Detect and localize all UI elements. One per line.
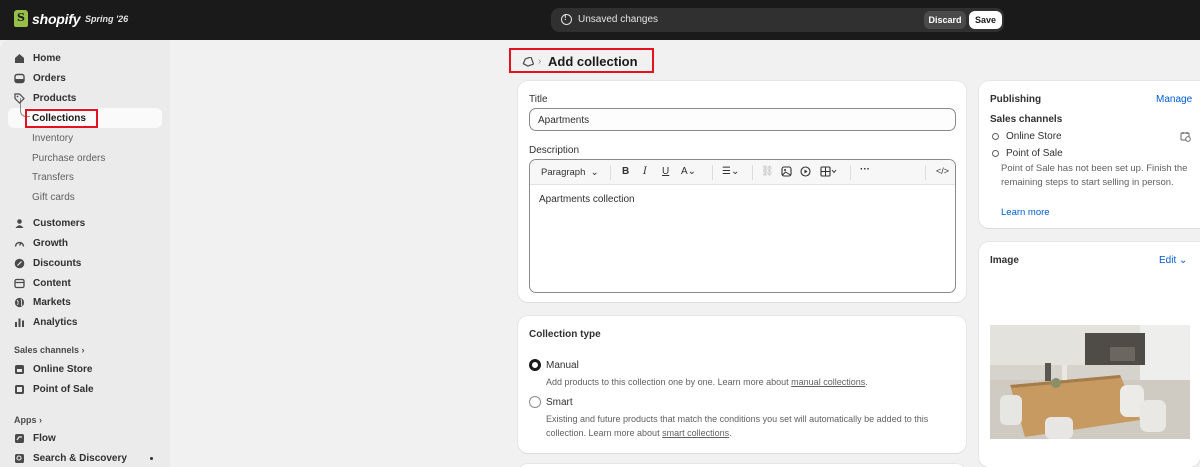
manual-label[interactable]: Manual [546,360,579,371]
discard-button[interactable]: Discard [924,11,966,29]
sidebar-item-customers[interactable]: Customers [8,214,162,233]
sidebar-item-purchase-orders[interactable]: Purchase orders [32,153,105,164]
manual-help: Add products to this collection one by o… [546,377,868,387]
description-editor[interactable]: Paragraph ⌄ B I U A⌄ ☰⌄ ⛓ ··· </> Apartm… [529,159,956,293]
sidebar-item-inventory[interactable]: Inventory [32,133,73,144]
inbox-icon [14,73,25,84]
sidebar-item-gift-cards[interactable]: Gift cards [32,192,75,203]
link-icon[interactable]: ⛓ [761,166,774,177]
video-icon[interactable] [800,166,811,180]
unsaved-changes-bar: Unsaved changes Discard Save [551,8,1004,32]
sidebar-item-content[interactable]: Content [8,274,162,293]
bar-chart-icon [14,317,25,328]
pos-status-icon [992,150,999,157]
sidebar-item-online-store[interactable]: Online Store [8,360,162,379]
code-view-icon[interactable]: </> [936,166,949,176]
pos-icon [14,384,25,395]
more-options-icon[interactable]: ··· [860,164,870,175]
editor-toolbar: Paragraph ⌄ B I U A⌄ ☰⌄ ⛓ ··· </> [530,160,955,185]
brand-name: shopify [32,10,81,27]
sales-channels-section[interactable]: Sales channels › [14,345,85,355]
breadcrumb-chevron-icon: › [538,56,542,67]
sidebar-item-home[interactable]: Home [8,49,162,68]
schedule-calendar-icon[interactable] [1180,131,1191,145]
bold-icon[interactable]: B [622,166,629,177]
tag-icon [14,93,25,104]
online-store-status-icon [992,133,999,140]
pos-setup-note: Point of Sale has not been set up. Finis… [1001,163,1188,188]
sidebar-item-analytics[interactable]: Analytics [8,313,162,332]
shopify-logo[interactable]: shopify [14,10,81,27]
collection-type-heading: Collection type [529,329,601,340]
sidebar-item-growth[interactable]: Growth [8,234,162,253]
manage-link[interactable]: Manage [1156,94,1192,105]
sidebar-item-flow[interactable]: Flow [8,429,162,448]
collections-highlight-box [25,109,98,128]
title-label: Title [529,94,548,105]
sidebar-item-transfers[interactable]: Transfers [32,172,74,183]
description-label: Description [529,145,580,156]
publishing-heading: Publishing [990,94,1042,105]
top-bar: shopify Spring '26 Unsaved changes Disca… [0,0,1200,40]
smart-radio[interactable] [529,396,541,408]
sidebar-item-markets[interactable]: Markets [8,293,162,312]
notification-dot [150,457,153,460]
home-icon [14,53,25,64]
table-icon[interactable] [820,166,838,180]
store-icon [14,364,25,375]
description-text: Apartments collection [539,194,635,205]
apps-section[interactable]: Apps › [14,415,42,425]
page-title: Add collection [548,54,638,69]
sidebar-item-point-of-sale[interactable]: Point of Sale [8,380,162,399]
paragraph-select[interactable]: Paragraph ⌄ [541,167,599,178]
italic-icon[interactable]: I [643,166,647,177]
image-icon[interactable] [781,166,792,180]
sidebar-item-products[interactable]: Products [8,89,162,108]
underline-icon[interactable]: U [662,166,669,177]
manual-radio[interactable] [529,359,541,371]
collection-image[interactable] [990,325,1190,439]
sidebar-item-discounts[interactable]: Discounts [8,254,162,273]
unsaved-message: Unsaved changes [578,14,659,25]
smart-help: Existing and future products that match … [546,414,929,438]
globe-icon [14,297,25,308]
smart-label[interactable]: Smart [546,397,573,408]
text-color-icon[interactable]: A⌄ [681,166,696,177]
alert-icon [561,13,572,25]
sales-channels-label: Sales channels [990,114,1063,125]
smart-collections-link[interactable]: smart collections [662,428,729,438]
discount-icon [14,258,25,269]
title-input[interactable]: Apartments [529,108,956,131]
release-label: Spring '26 [85,14,129,24]
online-store-channel: Online Store [1006,131,1062,142]
collection-tag-icon[interactable] [522,56,535,70]
manual-collections-link[interactable]: manual collections [791,377,865,387]
image-heading: Image [990,255,1019,266]
person-icon [14,218,25,229]
content-icon [14,278,25,289]
search-discovery-icon [14,453,25,464]
sidebar-item-orders[interactable]: Orders [8,69,162,88]
flow-icon [14,433,25,444]
shopify-bag-icon [14,10,28,27]
learn-more-link[interactable]: Learn more [1001,207,1050,218]
point-of-sale-channel: Point of Sale [1006,148,1063,159]
edit-dropdown[interactable]: Edit ⌄ [1159,255,1187,266]
save-button[interactable]: Save [969,11,1002,29]
align-icon[interactable]: ☰⌄ [722,166,739,177]
gauge-icon [14,238,25,249]
sidebar-item-search-discovery[interactable]: Search & Discovery [8,449,162,467]
